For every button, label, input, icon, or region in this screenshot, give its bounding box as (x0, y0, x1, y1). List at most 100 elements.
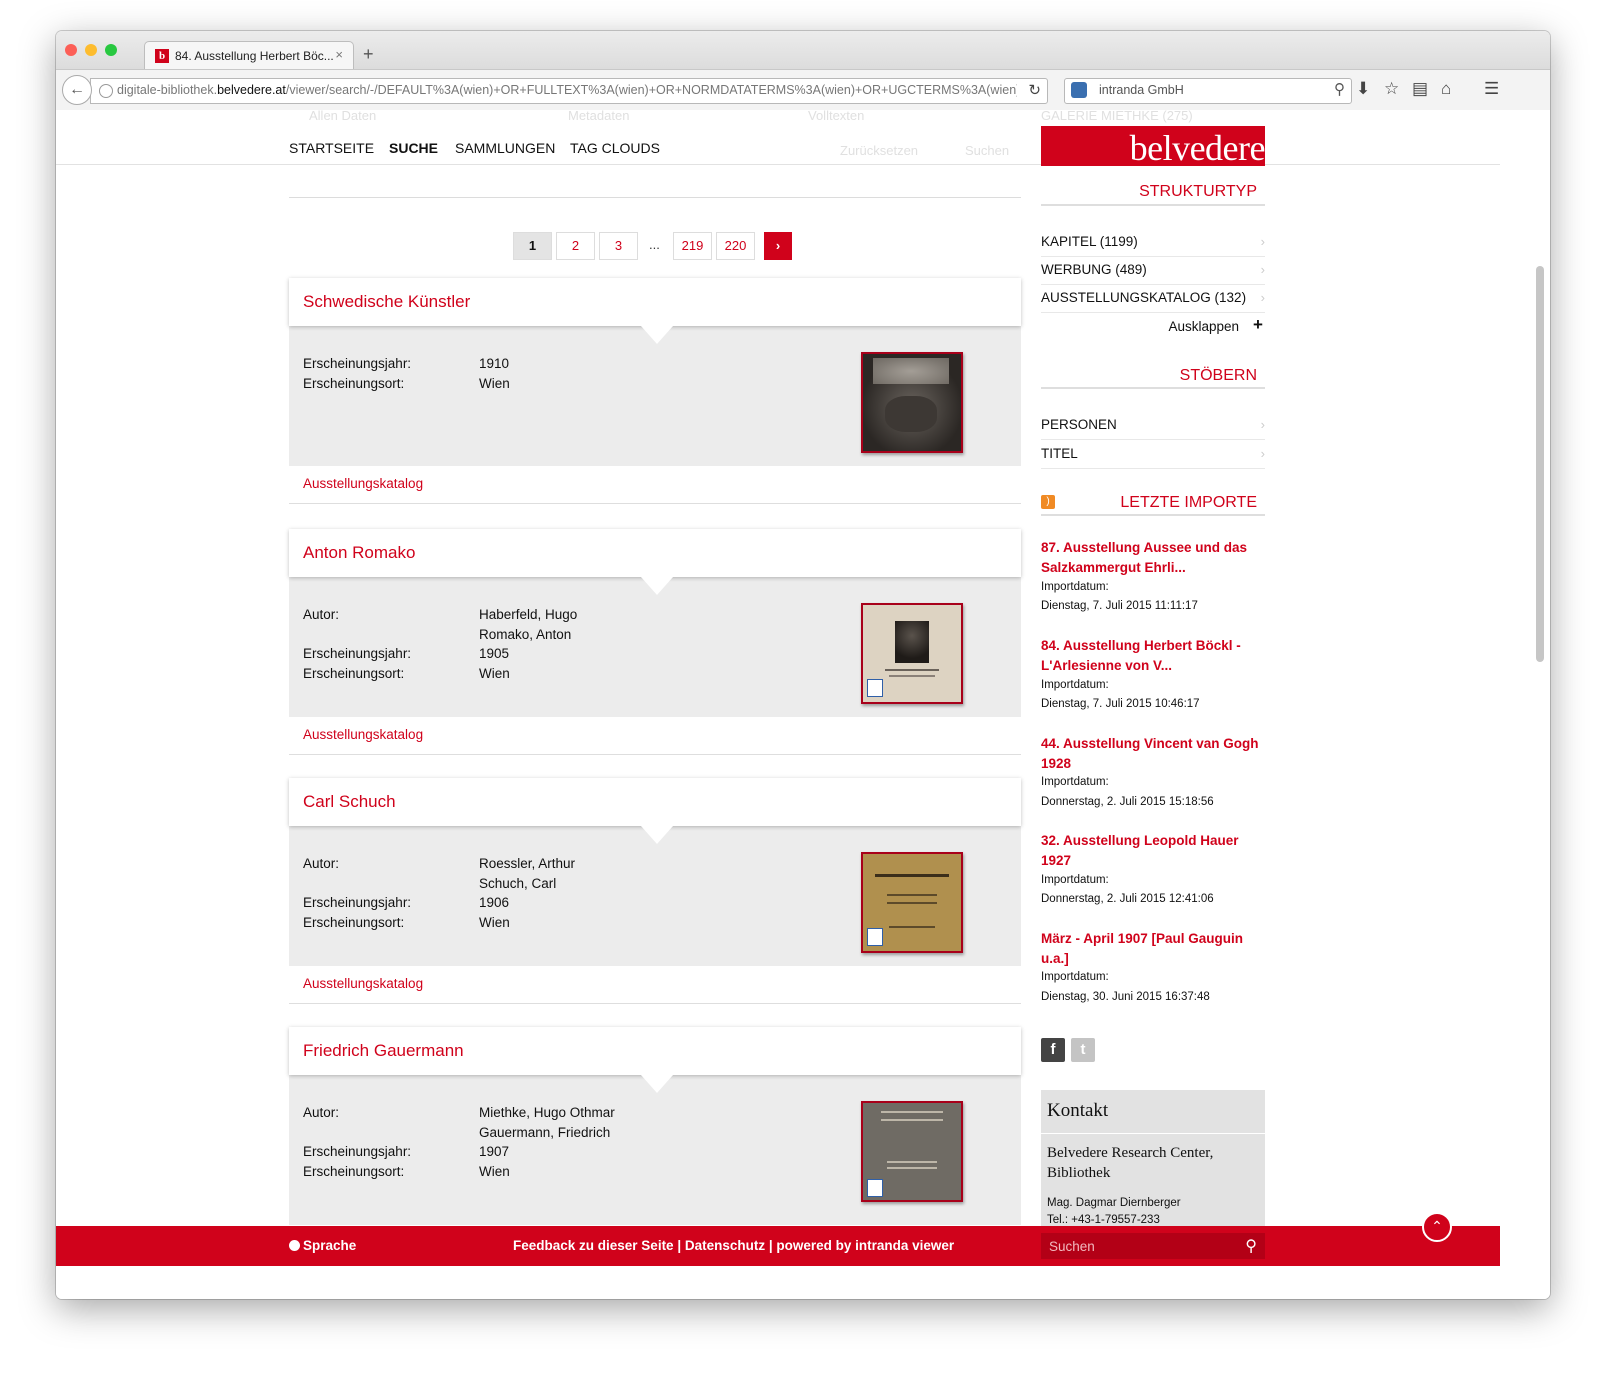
meta-key: Erscheinungsjahr: (303, 646, 412, 661)
nav-search[interactable]: SUCHE (389, 140, 438, 156)
divider (1041, 468, 1265, 469)
result-body: Autor: Miethke, Hugo Othmar Gauermann, F… (289, 1075, 1021, 1225)
language-switch[interactable]: Sprache (289, 1238, 356, 1253)
import-link[interactable]: 32. Ausstellung Leopold Hauer 1927 (1041, 831, 1271, 870)
divider (289, 754, 1021, 755)
meta-value: Haberfeld, Hugo (479, 607, 578, 622)
twitter-icon[interactable]: t (1071, 1038, 1095, 1062)
result-type-link[interactable]: Ausstellungskatalog (303, 727, 423, 742)
import-link[interactable]: 84. Ausstellung Herbert Böckl - L'Arlesi… (1041, 636, 1271, 675)
page-scrollbar[interactable] (1536, 266, 1544, 662)
result-header[interactable]: Schwedische Künstler (289, 278, 1021, 326)
facet-werbung[interactable]: WERBUNG (489) › (1041, 262, 1265, 277)
ghost-search: Suchen (965, 143, 1010, 158)
meta-value: Miethke, Hugo Othmar (479, 1105, 615, 1120)
search-icon[interactable]: ⚲ (1334, 80, 1345, 98)
next-page-button[interactable]: › (764, 232, 792, 260)
header-arrow (641, 1075, 673, 1093)
kontakt-title: Kontakt (1047, 1100, 1109, 1121)
result-title[interactable]: Schwedische Künstler (303, 292, 470, 312)
meta-key: Erscheinungsort: (303, 1164, 405, 1179)
page-220[interactable]: 220 (716, 232, 755, 260)
new-tab-button[interactable]: + (363, 45, 374, 63)
nav-tag-clouds[interactable]: TAG CLOUDS (570, 140, 660, 156)
result-thumbnail[interactable] (861, 852, 963, 953)
page-219[interactable]: 219 (673, 232, 712, 260)
result-body: Erscheinungsjahr: 1910 Erscheinungsort: … (289, 326, 1021, 466)
browser-tab[interactable]: b 84. Ausstellung Herbert Böc... × (144, 41, 354, 70)
result-title[interactable]: Anton Romako (303, 543, 415, 563)
scroll-to-top-button[interactable]: ⌃ (1422, 1212, 1452, 1242)
result-body: Autor: Haberfeld, Hugo Romako, Anton Ers… (289, 577, 1021, 717)
page-2[interactable]: 2 (556, 232, 595, 260)
reading-list-icon[interactable]: ▤ (1412, 80, 1428, 97)
meta-value: Wien (479, 1164, 510, 1179)
browse-titel[interactable]: TITEL › (1041, 446, 1265, 461)
import-date: Dienstag, 7. Juli 2015 11:11:17 (1041, 600, 1198, 612)
import-link[interactable]: 87. Ausstellung Aussee und das Salzkamme… (1041, 538, 1271, 577)
expand-button[interactable]: Ausklappen (1041, 319, 1265, 334)
import-link[interactable]: 44. Ausstellung Vincent van Gogh 1928 (1041, 734, 1271, 773)
import-date: Dienstag, 30. Juni 2015 16:37:48 (1041, 991, 1210, 1003)
kontakt-org: Belvedere Research Center, Bibliothek (1047, 1145, 1214, 1181)
letzte-importe-heading: LETZTE IMPORTE (1120, 494, 1257, 511)
meta-key: Erscheinungsjahr: (303, 1144, 412, 1159)
footer-search-placeholder: Suchen (1049, 1239, 1095, 1254)
result-card: Anton Romako Autor: Haberfeld, Hugo Roma… (289, 529, 1021, 755)
browser-search-field[interactable]: intranda GmbH ⚲ (1064, 78, 1352, 104)
result-thumbnail[interactable] (861, 603, 963, 704)
result-card: Schwedische Künstler Erscheinungsjahr: 1… (289, 278, 1021, 504)
chevron-right-icon: › (1260, 262, 1265, 277)
meta-key: Autor: (303, 856, 340, 871)
divider (1041, 256, 1265, 257)
chevron-right-icon: › (1260, 417, 1265, 432)
bookmark-star-icon[interactable]: ☆ (1384, 80, 1399, 97)
meta-value: 1906 (479, 895, 510, 910)
facet-kapitel[interactable]: KAPITEL (1199) › (1041, 234, 1265, 249)
page-1[interactable]: 1 (513, 232, 552, 260)
search-icon[interactable]: ⚲ (1245, 1236, 1257, 1256)
close-window-button[interactable] (65, 44, 77, 56)
browse-personen[interactable]: PERSONEN › (1041, 417, 1265, 432)
result-title[interactable]: Carl Schuch (303, 792, 396, 812)
facet-ausstellungskatalog[interactable]: AUSSTELLUNGSKATALOG (132) › (1041, 290, 1265, 305)
page-ellipsis: ... (649, 237, 660, 252)
minimize-window-button[interactable] (85, 44, 97, 56)
result-thumbnail[interactable] (861, 1101, 963, 1202)
ghost-metadata: Metadaten (568, 110, 630, 123)
tab-close-icon[interactable]: × (335, 47, 343, 62)
reload-icon[interactable]: ↻ (1028, 81, 1041, 99)
result-type-link[interactable]: Ausstellungskatalog (303, 976, 423, 991)
belvedere-logo[interactable]: belvedere (1041, 126, 1265, 166)
result-card: Carl Schuch Autor: Roessler, Arthur Schu… (289, 778, 1021, 1004)
facebook-icon[interactable]: f (1041, 1038, 1065, 1062)
page-3[interactable]: 3 (599, 232, 638, 260)
back-button[interactable]: ← (62, 75, 92, 105)
home-icon[interactable]: ⌂ (1441, 80, 1451, 97)
result-thumbnail[interactable] (861, 352, 963, 453)
address-text[interactable]: digitale-bibliothek.belvedere.at/viewer/… (117, 83, 1017, 97)
footer-links[interactable]: Feedback zu dieser Seite | Datenschutz |… (513, 1238, 954, 1253)
import-date-label: Importdatum: (1041, 971, 1109, 983)
url-path: /viewer/search/-/DEFAULT%3A(wien)+OR+FUL… (285, 83, 1017, 97)
nav-collections[interactable]: SAMMLUNGEN (455, 140, 555, 156)
result-header[interactable]: Carl Schuch (289, 778, 1021, 826)
strukturtyp-heading: STRUKTURTYP (1139, 183, 1257, 200)
download-icon[interactable]: ⬇ (1356, 80, 1370, 97)
result-type-link[interactable]: Ausstellungskatalog (303, 476, 423, 491)
nav-home[interactable]: STARTSEITE (289, 140, 374, 156)
zoom-window-button[interactable] (105, 44, 117, 56)
menu-icon[interactable]: ☰ (1484, 80, 1499, 97)
meta-value: Romako, Anton (479, 627, 572, 642)
search-engine-icon[interactable] (1071, 82, 1087, 98)
footer-search-input[interactable]: Suchen ⚲ (1041, 1233, 1265, 1259)
result-header[interactable]: Friedrich Gauermann (289, 1027, 1021, 1075)
import-link[interactable]: März - April 1907 [Paul Gauguin u.a.] (1041, 929, 1271, 968)
result-header[interactable]: Anton Romako (289, 529, 1021, 577)
meta-value: 1905 (479, 646, 510, 661)
address-bar[interactable]: digitale-bibliothek.belvedere.at/viewer/… (90, 78, 1048, 104)
result-title[interactable]: Friedrich Gauermann (303, 1041, 464, 1061)
browse-label: PERSONEN (1041, 417, 1117, 432)
kontakt-person: Mag. Dagmar Diernberger (1047, 1197, 1181, 1209)
plus-icon[interactable]: + (1253, 315, 1263, 335)
